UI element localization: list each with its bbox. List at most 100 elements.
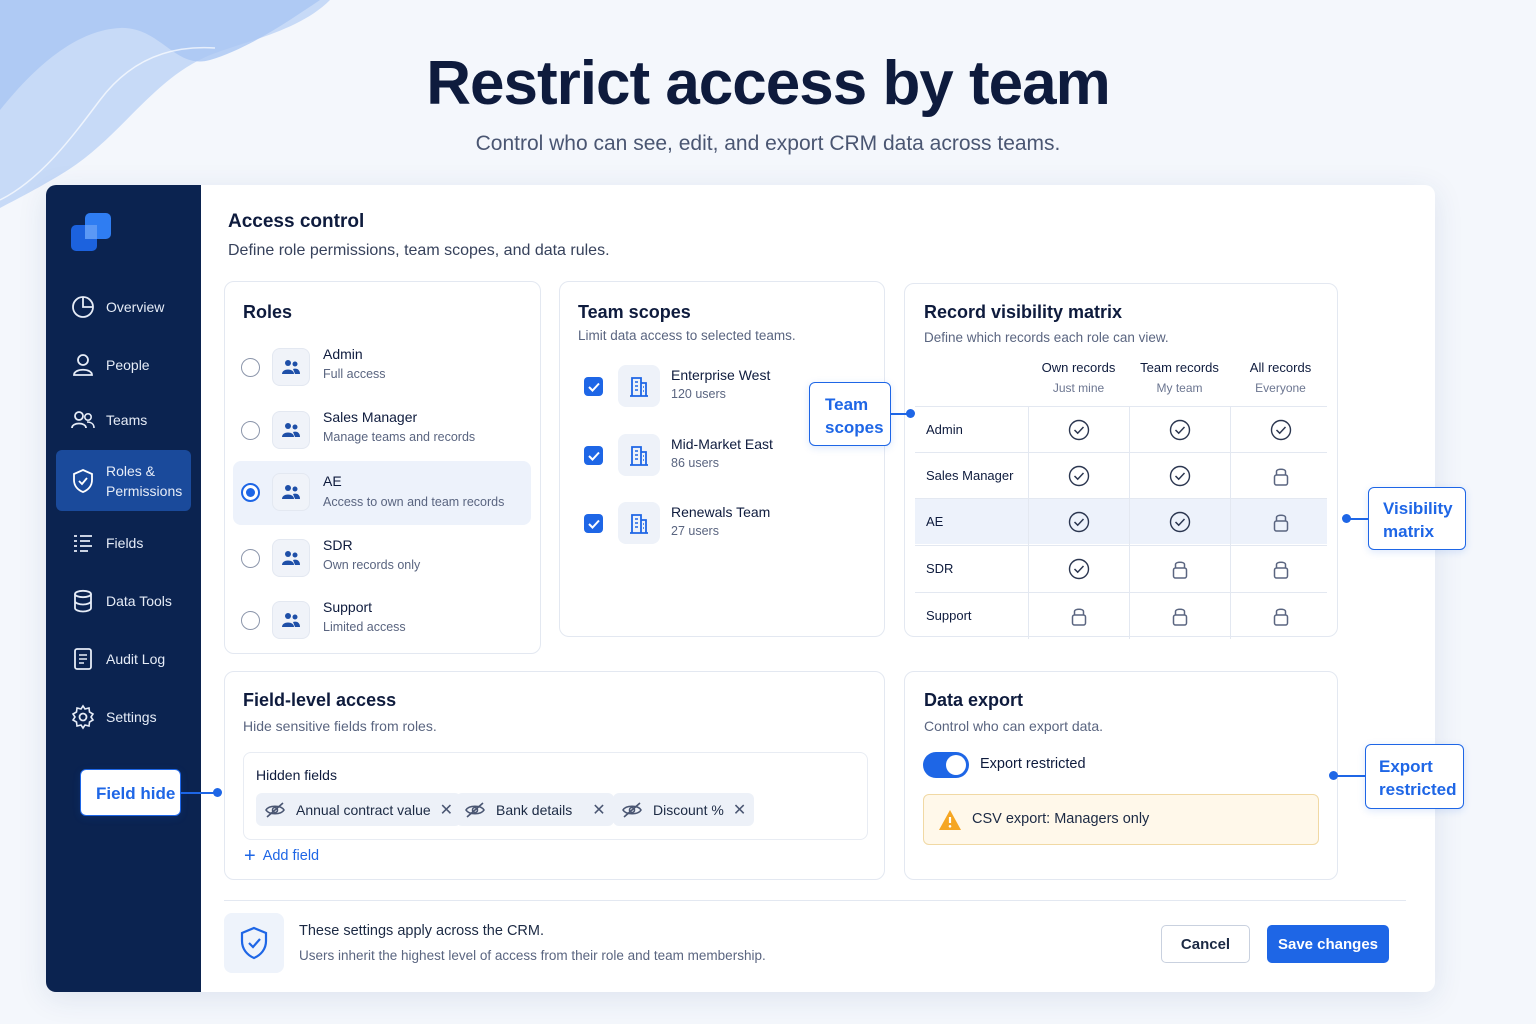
check-circle-icon[interactable]: [1028, 407, 1129, 453]
remove-chip-icon[interactable]: ✕: [440, 800, 453, 820]
lock-icon[interactable]: [1230, 546, 1331, 592]
field-access-title: Field-level access: [243, 690, 397, 710]
hidden-fields-box: Hidden fields Annual contract value ✕ Ba…: [243, 752, 868, 840]
building-icon: [618, 502, 660, 544]
matrix-row-label: Admin: [926, 422, 963, 437]
field-access-subtitle: Hide sensitive fields from roles.: [243, 718, 437, 734]
check-circle-icon[interactable]: [1129, 499, 1230, 545]
lock-icon[interactable]: [1028, 593, 1129, 639]
team-scopes-title: Team scopes: [578, 302, 691, 322]
remove-chip-icon[interactable]: ✕: [733, 800, 746, 820]
callout-dot: [1342, 514, 1351, 523]
eye-off-icon: [265, 801, 285, 818]
shield-check-icon: [73, 468, 93, 493]
sidebar-item-settings[interactable]: Settings: [56, 701, 191, 733]
matrix-row[interactable]: SDR: [915, 545, 1327, 592]
matrix-row-label: Support: [926, 608, 972, 623]
sidebar-item-fields[interactable]: Fields: [56, 527, 191, 559]
sidebar-item-teams[interactable]: Teams: [56, 404, 191, 436]
sidebar-item-label: Fields: [106, 535, 144, 551]
role-desc: Access to own and team records: [323, 495, 505, 509]
footer-subtitle: Users inherit the highest level of acces…: [299, 948, 766, 963]
role-name: Sales Manager: [323, 409, 418, 425]
footer-divider: [224, 900, 1406, 901]
lock-icon[interactable]: [1129, 593, 1230, 639]
building-icon: [618, 365, 660, 407]
lock-icon[interactable]: [1129, 546, 1230, 592]
sidebar-item-label: Data Tools: [106, 593, 172, 609]
col-label: All records: [1249, 360, 1312, 375]
team-count: 86 users: [671, 456, 719, 470]
sidebar-item-overview[interactable]: Overview: [56, 291, 191, 323]
role-radio-selected[interactable]: [241, 483, 260, 502]
role-radio[interactable]: [241, 358, 260, 377]
role-desc: Limited access: [323, 620, 406, 634]
sidebar-item-people[interactable]: People: [56, 349, 191, 381]
field-chip[interactable]: Annual contract value ✕: [256, 793, 462, 826]
field-chip[interactable]: Bank details ✕: [456, 793, 614, 826]
role-desc: Full access: [323, 367, 386, 381]
sidebar-item-label: People: [106, 357, 150, 373]
col-sublabel: Everyone: [1255, 381, 1306, 395]
sidebar-item-roles-permissions[interactable]: Roles & Permissions: [56, 450, 191, 511]
matrix-col-header: All records Everyone: [1230, 360, 1331, 395]
export-toggle-label: Export restricted: [980, 756, 1086, 772]
sidebar: Overview People Teams Roles & Permission…: [46, 185, 201, 992]
role-row-support[interactable]: Support Limited access: [233, 591, 531, 651]
role-row-sales-manager[interactable]: Sales Manager Manage teams and records: [233, 401, 531, 461]
remove-chip-icon[interactable]: ✕: [592, 800, 605, 820]
users-icon: [71, 411, 95, 429]
add-field-button[interactable]: + Add field: [244, 845, 320, 867]
check-circle-icon[interactable]: [1230, 407, 1331, 453]
team-count: 120 users: [671, 387, 726, 401]
checkbox-checked[interactable]: [584, 514, 603, 533]
field-chip[interactable]: Discount % ✕: [613, 793, 755, 826]
lock-icon[interactable]: [1230, 499, 1331, 545]
team-name: Renewals Team: [671, 504, 771, 520]
add-field-label: Add field: [262, 848, 320, 864]
page-title: Restrict access by team: [426, 49, 1111, 118]
export-warning-text: CSV export: Managers only: [972, 811, 1150, 827]
document-icon: [74, 648, 92, 670]
matrix-row[interactable]: Support: [915, 592, 1327, 639]
check-circle-icon[interactable]: [1129, 453, 1230, 499]
callout-dot: [906, 409, 915, 418]
sidebar-item-audit-log[interactable]: Audit Log: [56, 643, 191, 675]
role-name: SDR: [323, 537, 353, 553]
role-row-sdr[interactable]: SDR Own records only: [233, 529, 531, 589]
matrix-row[interactable]: AE: [915, 498, 1327, 545]
role-row-ae[interactable]: AE Access to own and team records: [233, 461, 531, 525]
matrix-row[interactable]: Admin: [915, 406, 1327, 453]
col-sublabel: Just mine: [1052, 381, 1105, 395]
check-circle-icon[interactable]: [1129, 407, 1230, 453]
checkbox-checked[interactable]: [584, 377, 603, 396]
export-toggle[interactable]: [923, 752, 969, 778]
lock-icon[interactable]: [1230, 593, 1331, 639]
checkbox-checked[interactable]: [584, 446, 603, 465]
role-name: Admin: [323, 346, 363, 362]
chip-label: Discount %: [653, 801, 724, 818]
check-circle-icon[interactable]: [1028, 453, 1129, 499]
role-row-admin[interactable]: Admin Full access: [233, 338, 531, 398]
matrix-row[interactable]: Sales Manager: [915, 452, 1327, 499]
callout-team-scopes: Team scopes: [809, 382, 891, 446]
team-row-mid-market-east[interactable]: Mid-Market East 86 users: [582, 434, 812, 482]
role-radio[interactable]: [241, 611, 260, 630]
eye-off-icon: [465, 801, 485, 818]
chip-label: Annual contract value: [296, 801, 431, 818]
cancel-button[interactable]: Cancel: [1161, 925, 1250, 963]
check-circle-icon[interactable]: [1028, 546, 1129, 592]
check-circle-icon[interactable]: [1028, 499, 1129, 545]
app-window: Overview People Teams Roles & Permission…: [46, 185, 1435, 992]
sidebar-item-data-tools[interactable]: Data Tools: [56, 585, 191, 617]
lock-icon[interactable]: [1230, 453, 1331, 499]
team-row-renewals[interactable]: Renewals Team 27 users: [582, 502, 812, 550]
plus-icon: +: [244, 845, 256, 867]
save-changes-button[interactable]: Save changes: [1267, 925, 1389, 963]
export-warning: CSV export: Managers only: [923, 794, 1319, 845]
callout-dot: [1329, 771, 1338, 780]
role-radio[interactable]: [241, 421, 260, 440]
visibility-matrix-card: Record visibility matrix Define which re…: [904, 283, 1338, 639]
team-row-enterprise-west[interactable]: Enterprise West 120 users: [582, 365, 812, 413]
role-radio[interactable]: [241, 549, 260, 568]
